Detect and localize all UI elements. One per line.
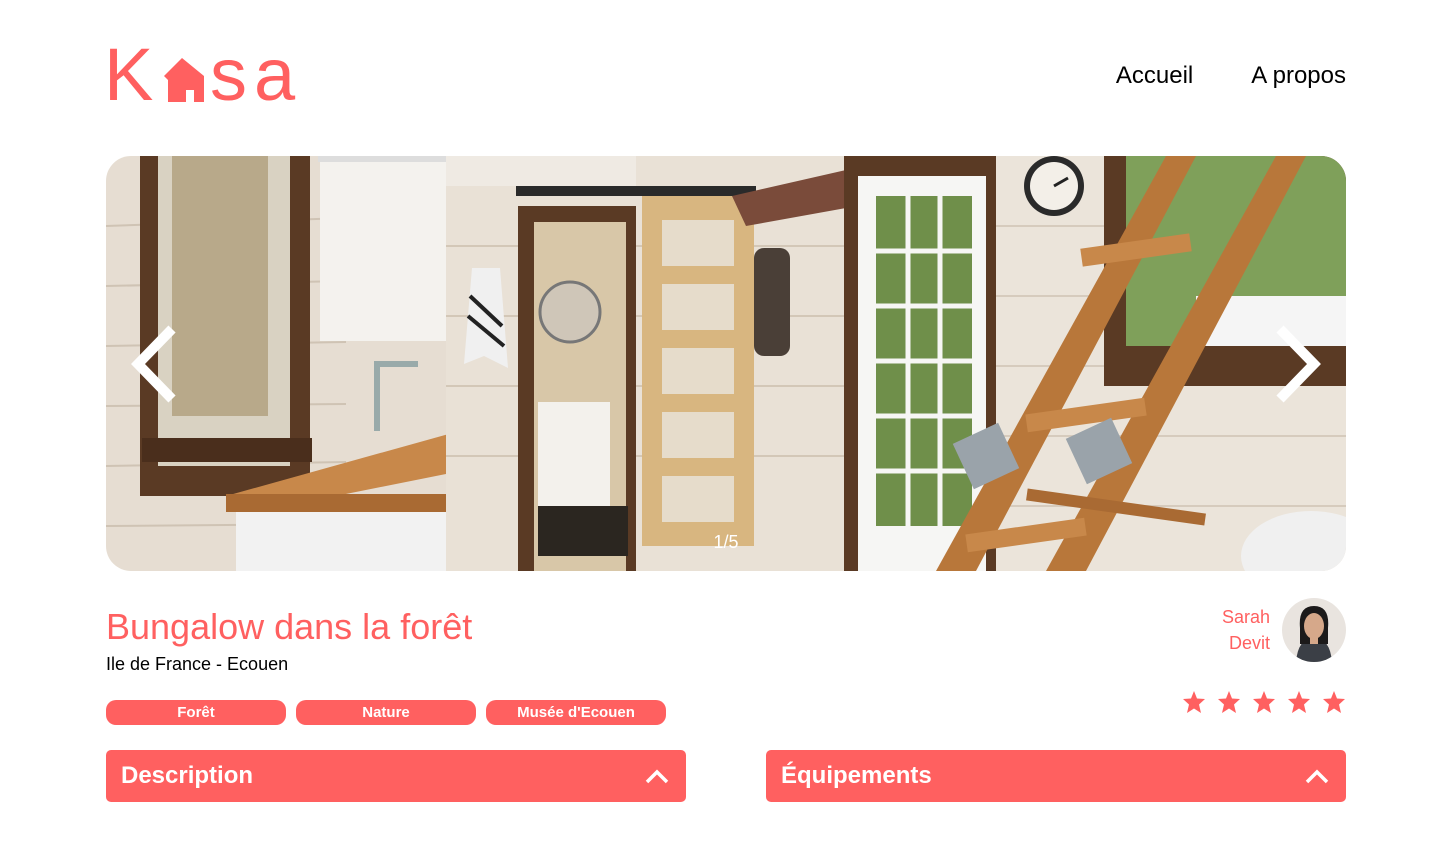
logo-letter-k: K <box>106 36 153 106</box>
tag-musee: Musée d'Ecouen <box>486 700 666 725</box>
tag-list: Forêt Nature Musée d'Ecouen <box>106 700 666 725</box>
host-avatar <box>1282 598 1346 662</box>
nav-accueil-link[interactable]: Accueil <box>1116 62 1193 90</box>
host-name: Sarah Devit <box>1222 604 1270 656</box>
listing-location: Ile de France - Ecouen <box>106 654 289 674</box>
house-icon <box>164 58 204 102</box>
chevron-left-icon[interactable] <box>128 321 184 407</box>
main-nav: Accueil A propos <box>1116 62 1346 90</box>
tag-foret: Forêt <box>106 700 286 725</box>
chevron-up-icon[interactable] <box>644 767 670 785</box>
listing-photo <box>106 156 1346 571</box>
image-carousel: 1/5 <box>106 156 1346 571</box>
kasa-logo[interactable]: K s a <box>106 36 321 106</box>
slide-counter: 1/5 <box>713 532 739 552</box>
host-info: Sarah Devit <box>1222 598 1346 662</box>
nav-apropos-link[interactable]: A propos <box>1251 62 1346 90</box>
logo-letter-a: a <box>254 36 296 106</box>
star-icon <box>1218 691 1240 713</box>
logo-letter-s: s <box>210 36 247 106</box>
star-icon <box>1253 691 1275 713</box>
star-icon <box>1183 691 1205 713</box>
description-title: Description <box>121 762 254 789</box>
tag-nature: Nature <box>296 700 476 725</box>
chevron-up-icon[interactable] <box>1304 767 1330 785</box>
star-icon <box>1323 691 1345 713</box>
rating-stars <box>1182 690 1346 714</box>
star-icon <box>1288 691 1310 713</box>
host-first-name: Sarah <box>1221 607 1270 627</box>
host-last-name: Devit <box>1228 633 1270 653</box>
equipements-collapse[interactable]: Équipements <box>766 750 1346 802</box>
description-collapse[interactable]: Description <box>106 750 686 802</box>
chevron-right-icon[interactable] <box>1268 321 1324 407</box>
equipements-title: Équipements <box>781 762 932 789</box>
header: K s a Accueil A propos <box>106 36 1346 106</box>
listing-title: Bungalow dans la forêt <box>106 606 473 647</box>
